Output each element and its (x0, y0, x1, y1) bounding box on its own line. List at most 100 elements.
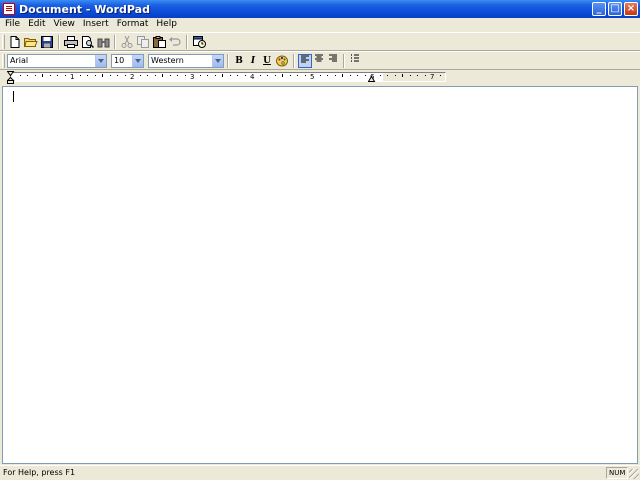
ruler-number: 1 (70, 73, 75, 81)
menu-bar: File Edit View Insert Format Help (0, 18, 640, 31)
ruler-strip (10, 72, 446, 82)
ruler-tick (417, 75, 418, 76)
num-lock-label: NUM (609, 469, 626, 477)
align-center-button[interactable] (312, 54, 326, 68)
text-caret (13, 91, 14, 102)
ruler-tick (57, 75, 58, 76)
paste-clipboard-icon[interactable] (151, 34, 167, 50)
ruler-tick (42, 74, 43, 77)
align-left-icon (301, 55, 309, 63)
ruler-tick (80, 75, 81, 76)
document-area[interactable] (2, 86, 638, 464)
ruler-tick (387, 75, 388, 76)
ruler-tick (155, 75, 156, 76)
ruler-tick (200, 75, 201, 76)
toolbar-separator (114, 35, 116, 49)
ruler-tick (50, 75, 51, 76)
maximize-button[interactable]: □ (608, 2, 622, 16)
chevron-down-icon[interactable] (95, 55, 106, 67)
ruler-tick (320, 75, 321, 76)
text-color-palette-icon[interactable] (274, 53, 290, 69)
menu-help[interactable]: Help (152, 18, 181, 31)
ruler-tick (365, 75, 366, 76)
ruler-tick (342, 74, 343, 77)
ruler-tick (27, 75, 28, 76)
insert-date-time-icon[interactable] (191, 34, 207, 50)
ruler-tick (350, 75, 351, 76)
wordpad-app-icon[interactable] (3, 3, 15, 15)
align-right-button[interactable] (326, 54, 340, 68)
save-disk-icon[interactable] (39, 34, 55, 50)
ruler-tick (110, 75, 111, 76)
ruler-tick (327, 75, 328, 76)
ruler-tick (230, 75, 231, 76)
first-line-indent-marker-icon[interactable] (7, 71, 15, 85)
new-document-icon[interactable] (7, 34, 23, 50)
status-help-text: For Help, press F1 (3, 468, 76, 477)
ruler-tick (305, 75, 306, 76)
print-icon[interactable] (63, 34, 79, 50)
ruler-tick (215, 75, 216, 76)
toolbar-separator (293, 54, 295, 68)
align-right-icon (329, 54, 337, 62)
ruler-number: 2 (130, 73, 135, 81)
title-bar[interactable]: Document - WordPad _ □ × (0, 0, 640, 18)
align-left-button[interactable] (298, 54, 312, 68)
font-name-combo[interactable]: Arial (7, 54, 107, 68)
ruler-number: 4 (250, 73, 255, 81)
ruler-tick (410, 75, 411, 76)
ruler-tick (185, 75, 186, 76)
find-binoculars-icon[interactable] (95, 34, 111, 50)
resize-grip-icon[interactable] (629, 469, 639, 479)
ruler-tick (440, 75, 441, 76)
menu-file[interactable]: File (1, 18, 24, 31)
ruler-tick (207, 75, 208, 76)
ruler-tick (102, 74, 103, 77)
undo-icon[interactable] (167, 34, 183, 50)
ruler-tick (297, 75, 298, 76)
chevron-down-icon[interactable] (132, 55, 143, 67)
ruler-tick (177, 75, 178, 76)
menu-insert[interactable]: Insert (79, 18, 113, 31)
toolbar-separator (58, 35, 60, 49)
ruler-tick (260, 75, 261, 76)
ruler-tick (20, 75, 21, 76)
menu-format[interactable]: Format (113, 18, 153, 31)
toolbar-separator (343, 54, 345, 68)
window-title: Document - WordPad (19, 2, 150, 16)
ruler-tick (245, 75, 246, 76)
num-lock-indicator: NUM (606, 467, 628, 479)
print-preview-icon[interactable] (79, 34, 95, 50)
bold-button[interactable]: B (232, 54, 246, 68)
ruler-tick (357, 75, 358, 76)
ruler-tick (395, 75, 396, 76)
menu-view[interactable]: View (50, 18, 79, 31)
toolbar-grip[interactable] (2, 54, 5, 68)
bullets-button[interactable] (348, 54, 362, 68)
ruler[interactable]: 1234567 (0, 71, 640, 85)
underline-button[interactable]: U (260, 54, 274, 68)
menu-edit[interactable]: Edit (24, 18, 49, 31)
italic-button[interactable]: I (246, 54, 260, 68)
minimize-button[interactable]: _ (592, 2, 606, 16)
ruler-tick (380, 75, 381, 76)
ruler-number: 3 (190, 73, 195, 81)
script-value: Western (151, 56, 184, 65)
toolbar-separator (227, 54, 229, 68)
chevron-down-icon[interactable] (212, 55, 223, 67)
right-indent-marker-icon[interactable] (368, 75, 376, 83)
ruler-number: 5 (310, 73, 315, 81)
open-folder-icon[interactable] (23, 34, 39, 50)
toolbar-grip[interactable] (2, 35, 5, 49)
ruler-tick (275, 75, 276, 76)
script-combo[interactable]: Western (148, 54, 224, 68)
close-button[interactable]: × (624, 2, 638, 16)
ruler-tick (222, 74, 223, 77)
cut-scissors-icon[interactable] (119, 34, 135, 50)
ruler-tick (170, 75, 171, 76)
bullet-list-icon (351, 54, 359, 62)
ruler-tick (425, 75, 426, 76)
copy-icon[interactable] (135, 34, 151, 50)
ruler-tick (140, 75, 141, 76)
font-size-combo[interactable]: 10 (111, 54, 144, 68)
